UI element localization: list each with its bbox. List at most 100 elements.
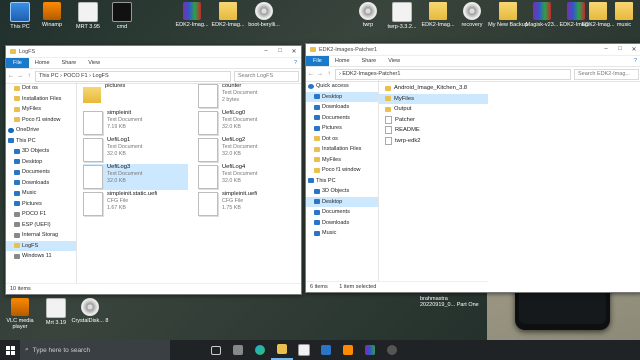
sidebar-item[interactable]: Dot os — [6, 83, 76, 94]
sidebar-item[interactable]: Documents — [6, 167, 76, 178]
file-tile[interactable]: UefiLog1 Text Document 32.0 KB — [83, 137, 188, 163]
file-explorer-icon[interactable] — [271, 340, 293, 360]
sidebar-item[interactable]: Installation Files — [306, 144, 378, 155]
maximize-icon[interactable]: □ — [273, 48, 287, 55]
sidebar-item[interactable]: LogFS — [6, 240, 76, 251]
rar-icon[interactable] — [359, 340, 381, 360]
file-tile[interactable]: UefiLog2 Text Document 32.0 KB — [198, 137, 301, 163]
desktop-icon-brahmastra[interactable]: brahmastra 20220919_0... Part One — [420, 296, 480, 308]
back-icon[interactable]: ← — [8, 73, 14, 79]
help-icon[interactable]: ? — [294, 60, 301, 66]
tab-home[interactable]: Home — [329, 58, 356, 64]
desktop-icon-recovery[interactable]: recovery — [452, 0, 492, 28]
start-button[interactable] — [0, 340, 20, 360]
tab-view[interactable]: View — [82, 60, 106, 66]
sidebar-item[interactable]: Downloads — [6, 178, 76, 189]
app-icon[interactable] — [227, 340, 249, 360]
camera-icon[interactable] — [381, 340, 403, 360]
sidebar-item[interactable]: MyFiles — [306, 155, 378, 166]
desktop-icon-boot-beryllium[interactable]: boot-berylli... — [244, 0, 284, 28]
sidebar-item[interactable]: Poco f1 window — [306, 165, 378, 176]
tab-share[interactable]: Share — [356, 58, 383, 64]
sidebar-item[interactable]: ESP (UEFI) — [6, 220, 76, 231]
sidebar-item[interactable]: Poco f1 window — [6, 115, 76, 126]
sidebar-item[interactable]: Pictures — [306, 123, 378, 134]
mail-icon[interactable] — [315, 340, 337, 360]
file-tile[interactable]: pictures — [83, 83, 188, 109]
up-icon[interactable]: ↑ — [26, 73, 32, 79]
maximize-icon[interactable]: □ — [613, 46, 627, 53]
desktop-icon-winamp[interactable]: Winamp — [32, 0, 72, 28]
store-icon[interactable] — [293, 340, 315, 360]
sidebar-item[interactable]: Documents — [306, 113, 378, 124]
address-bar[interactable]: › EDK2-Images-Patcher1 — [335, 68, 571, 80]
sidebar-item[interactable]: Dot os — [306, 134, 378, 145]
sidebar-item[interactable]: OneDrive — [6, 125, 76, 136]
sidebar-item[interactable]: Desktop — [306, 91, 378, 102]
search-input[interactable]: Search LogFS — [234, 70, 299, 82]
address-bar[interactable]: This PC › POCO F1 › LogFS — [35, 70, 231, 82]
sidebar-item[interactable]: Music — [6, 188, 76, 199]
back-icon[interactable]: ← — [308, 71, 314, 77]
file-tile[interactable]: simpleinit.static.uefi CFG File 1.67 KB — [83, 191, 188, 217]
close-icon[interactable]: ✕ — [627, 46, 640, 53]
list-item[interactable]: twrp-edk2 — [379, 136, 488, 147]
list-item[interactable]: MyFiles — [379, 93, 488, 104]
tab-file[interactable]: File — [306, 56, 329, 66]
tab-home[interactable]: Home — [29, 60, 56, 66]
desktop-icon-edk2-1[interactable]: EDK2-Imag... — [172, 0, 212, 28]
sidebar-item[interactable]: POCO F1 — [6, 209, 76, 220]
sidebar-item[interactable]: 3D Objects — [6, 146, 76, 157]
list-item[interactable]: Output — [379, 104, 488, 115]
file-tile[interactable]: simpleinit Text Document 7.19 KB — [83, 110, 188, 136]
minimize-icon[interactable]: – — [599, 46, 613, 53]
sidebar-item[interactable]: Downloads — [306, 218, 378, 229]
sidebar-item[interactable]: Documents — [306, 207, 378, 218]
close-icon[interactable]: ✕ — [287, 48, 301, 55]
sidebar-item[interactable]: Music — [306, 228, 378, 239]
desktop-icon-music[interactable]: music — [604, 0, 640, 28]
desktop-icon-twrp-332[interactable]: twrp-3.3.2... — [382, 0, 422, 30]
search-input[interactable]: Search EDK2-Imag... — [574, 68, 639, 80]
list-item[interactable]: Android_Image_Kitchen_3.8 — [379, 83, 488, 94]
explorer-window-logfs[interactable]: LogFS – □ ✕ File Home Share View ? ← → ↑… — [5, 45, 302, 295]
help-icon[interactable]: ? — [634, 58, 640, 64]
up-icon[interactable]: ↑ — [326, 71, 332, 77]
tab-view[interactable]: View — [382, 58, 406, 64]
sidebar-item[interactable]: Pictures — [6, 199, 76, 210]
title-bar[interactable]: LogFS – □ ✕ — [6, 46, 301, 58]
sidebar-item[interactable]: Desktop — [6, 157, 76, 168]
file-tile[interactable]: counter Text Document 2 bytes — [198, 83, 301, 109]
sidebar-item[interactable]: Downloads — [306, 102, 378, 113]
sidebar-item[interactable]: MyFiles — [6, 104, 76, 115]
file-tile[interactable]: UefiLog3 Text Document 32.0 KB — [83, 164, 188, 190]
media-icon[interactable] — [337, 340, 359, 360]
sidebar-item[interactable]: Internal Storag — [6, 230, 76, 241]
desktop-icon-edk2-2[interactable]: EDK2-Imag... — [208, 0, 248, 28]
file-tile[interactable]: UefiLog4 Text Document 32.0 KB — [198, 164, 301, 190]
forward-icon[interactable]: → — [17, 73, 23, 79]
tab-share[interactable]: Share — [56, 60, 83, 66]
file-tile[interactable]: simpleinit.uefi CFG File 1.75 KB — [198, 191, 301, 217]
minimize-icon[interactable]: – — [259, 48, 273, 55]
desktop-icon-cmd[interactable]: cmd — [102, 0, 142, 30]
tab-file[interactable]: File — [6, 58, 29, 68]
edge-icon[interactable] — [249, 340, 271, 360]
sidebar-item[interactable]: Windows 11 — [6, 251, 76, 262]
title-bar[interactable]: EDK2-Images-Patcher1 – □ ✕ — [306, 44, 640, 56]
sidebar-item[interactable]: 3D Objects — [306, 186, 378, 197]
sidebar-item[interactable]: Desktop — [306, 196, 378, 207]
list-item[interactable]: README — [379, 125, 488, 136]
sidebar-item[interactable]: Installation Files — [6, 94, 76, 105]
taskbar-search-input[interactable]: ⌕ Type here to search — [20, 340, 170, 360]
sidebar-item[interactable]: This PC — [306, 176, 378, 187]
sidebar-item[interactable]: This PC — [6, 136, 76, 147]
desktop-icon-crystaldisk[interactable]: CrystalDisk... 8 — [70, 296, 110, 324]
list-item[interactable]: Patcher — [379, 115, 488, 126]
desktop-icon-vlc[interactable]: VLC media player — [0, 296, 40, 330]
explorer-window-edk2[interactable]: EDK2-Images-Patcher1 – □ ✕ File Home Sha… — [305, 43, 640, 293]
sidebar-item[interactable]: Quick access — [306, 81, 378, 92]
forward-icon[interactable]: → — [317, 71, 323, 77]
task-view-icon[interactable] — [205, 340, 227, 360]
file-tile[interactable]: UefiLog0 Text Document 32.0 KB — [198, 110, 301, 136]
